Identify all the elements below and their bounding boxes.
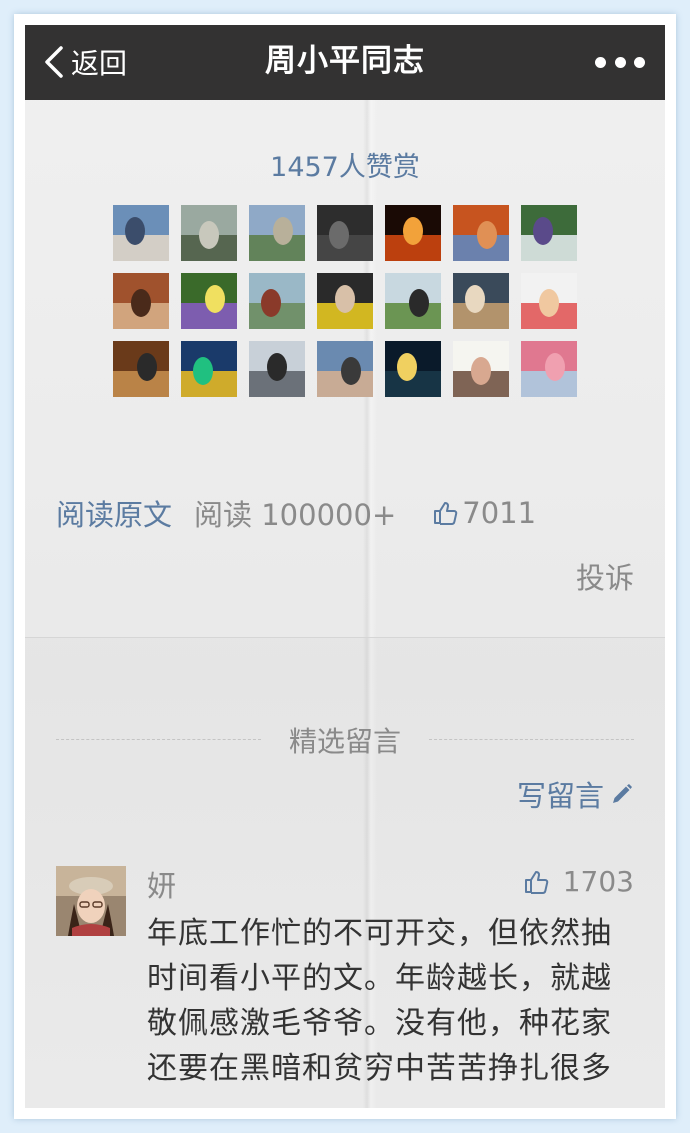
report-link[interactable]: 投诉	[576, 555, 634, 597]
avatar-woman-yellow[interactable]	[317, 273, 373, 329]
article-meta-row: 阅读原文 阅读 100000+ 7011	[56, 493, 536, 533]
avatar-man-shirt[interactable]	[113, 205, 169, 261]
reward-count[interactable]: 1457人赞赏	[25, 145, 665, 184]
avatar-woman-room[interactable]	[113, 273, 169, 329]
like-count: 7011	[462, 496, 537, 530]
avatar-dark-city[interactable]	[317, 205, 373, 261]
comments-header: 精选留言	[56, 720, 634, 760]
avatar-cat[interactable]	[453, 273, 509, 329]
comment-text: 年底工作忙的不可开交，但依然抽时间看小平的文。年龄越长，就越敬佩感激毛爷爷。没有…	[147, 916, 612, 1086]
avatar-baby-hat[interactable]	[521, 273, 577, 329]
more-dots-icon	[614, 56, 626, 68]
comments-section-title: 精选留言	[288, 725, 401, 758]
write-comment-button[interactable]: 写留言	[517, 773, 634, 815]
read-count: 阅读 100000+	[194, 498, 397, 532]
avatar-purple-iris[interactable]	[181, 273, 237, 329]
article-screen: 返回 周小平同志 1457人赞赏 阅读原文 阅读 100000+ 7011 投诉…	[25, 25, 665, 1108]
comment-like-button[interactable]: 1703	[523, 865, 634, 898]
avatar-man-tea-field[interactable]	[385, 273, 441, 329]
avatar-red-rock-arch[interactable]	[453, 205, 509, 261]
more-options-button[interactable]	[595, 47, 645, 77]
section-divider	[25, 637, 665, 638]
avatar-man-reading[interactable]	[113, 341, 169, 397]
nav-bar: 返回 周小平同志	[25, 25, 665, 100]
avatar-waterfall[interactable]	[521, 205, 577, 261]
avatar-man-skyline[interactable]	[249, 341, 305, 397]
more-dots-icon	[634, 56, 645, 68]
avatar-road-landscape[interactable]	[249, 205, 305, 261]
avatar-man-lake[interactable]	[249, 273, 305, 329]
avatar-moon-night[interactable]	[385, 341, 441, 397]
like-button[interactable]: 7011	[432, 496, 536, 530]
commenter-avatar[interactable]	[56, 866, 126, 936]
commenter-name: 妍	[147, 869, 177, 903]
thumbs-up-icon	[434, 502, 458, 525]
avatar-family-selfie[interactable]	[317, 341, 373, 397]
chevron-left-icon	[45, 46, 63, 78]
reward-avatar-grid	[113, 205, 577, 397]
comment-like-count: 1703	[562, 865, 634, 898]
more-dots-icon	[595, 56, 606, 68]
avatar-neon-boat[interactable]	[181, 341, 237, 397]
read-original-link[interactable]: 阅读原文	[56, 492, 172, 534]
back-button[interactable]: 返回	[43, 39, 127, 85]
back-label: 返回	[71, 47, 128, 80]
avatar-drawn-girl[interactable]	[453, 341, 509, 397]
write-comment-label: 写留言	[516, 779, 604, 813]
avatar-pink-building[interactable]	[521, 341, 577, 397]
pencil-icon	[613, 784, 632, 803]
thumbs-up-icon	[524, 870, 548, 894]
avatar-fire-logo[interactable]	[385, 205, 441, 261]
avatar-man-road[interactable]	[181, 205, 237, 261]
